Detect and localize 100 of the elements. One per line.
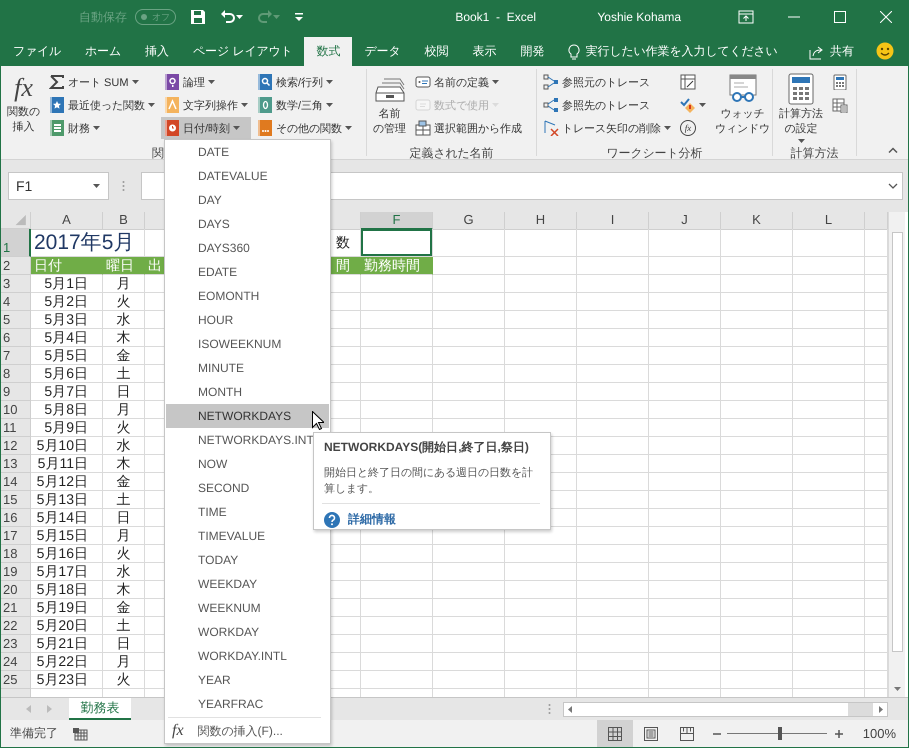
ribbon-button[interactable]: オート SUM	[46, 71, 158, 93]
empty-cell[interactable]	[793, 383, 865, 401]
empty-cell[interactable]	[793, 599, 865, 617]
table-cell[interactable]: 5月19日	[31, 599, 103, 617]
empty-cell[interactable]	[433, 563, 505, 581]
empty-cell[interactable]	[505, 229, 577, 257]
empty-cell[interactable]	[793, 671, 865, 689]
empty-cell[interactable]	[433, 581, 505, 599]
menu-item[interactable]: TODAY	[166, 548, 329, 572]
empty-cell[interactable]	[793, 563, 865, 581]
empty-cell[interactable]	[721, 545, 793, 563]
table-cell[interactable]: 土	[103, 617, 145, 635]
zoom-in-icon[interactable]	[834, 730, 843, 738]
empty-cell[interactable]	[577, 635, 649, 653]
empty-cell[interactable]	[721, 635, 793, 653]
menu-item[interactable]: YEAR	[166, 668, 329, 692]
empty-cell[interactable]	[649, 437, 721, 455]
empty-cell[interactable]	[793, 311, 865, 329]
table-cell[interactable]: 5月4日	[31, 329, 103, 347]
table-cell[interactable]: 日	[103, 635, 145, 653]
table-cell[interactable]: 水	[103, 437, 145, 455]
empty-cell[interactable]	[649, 229, 721, 257]
empty-cell[interactable]	[577, 617, 649, 635]
ribbon-tab[interactable]: 挿入	[133, 37, 181, 66]
row-header[interactable]: 1	[1, 229, 31, 257]
row-header[interactable]: 16	[1, 509, 31, 527]
menu-item[interactable]: DAYS360	[166, 236, 329, 260]
menu-item[interactable]: WORKDAY.INTL	[166, 644, 329, 668]
slider-thumb[interactable]	[778, 727, 782, 740]
empty-cell[interactable]	[793, 653, 865, 671]
empty-cell[interactable]	[361, 329, 433, 347]
ribbon-icon-button[interactable]: fx	[677, 117, 709, 139]
empty-cell[interactable]	[721, 419, 793, 437]
ribbon-large-button[interactable]: ウォッチ ウィンドウ	[712, 71, 773, 145]
empty-cell[interactable]	[433, 229, 505, 257]
menu-item[interactable]: ISOWEEKNUM	[166, 332, 329, 356]
macro-record-icon[interactable]	[72, 726, 88, 740]
table-cell[interactable]: 5月22日	[31, 653, 103, 671]
maximize-icon[interactable]	[834, 11, 846, 23]
empty-cell[interactable]	[649, 383, 721, 401]
empty-cell[interactable]	[577, 653, 649, 671]
empty-cell[interactable]	[361, 653, 433, 671]
empty-cell[interactable]	[361, 671, 433, 689]
row-header[interactable]: 24	[1, 653, 31, 671]
empty-cell[interactable]	[649, 401, 721, 419]
empty-cell[interactable]	[361, 401, 433, 419]
table-cell[interactable]: 木	[103, 329, 145, 347]
column-header[interactable]: H	[505, 212, 577, 230]
empty-cell[interactable]	[361, 383, 433, 401]
ribbon-button[interactable]: 検索/行列	[254, 71, 355, 93]
empty-cell[interactable]	[721, 383, 793, 401]
ribbon-large-button[interactable]: 名前 の管理	[370, 71, 409, 145]
share-button[interactable]: 共有	[808, 37, 854, 66]
empty-cell[interactable]	[433, 275, 505, 293]
table-cell[interactable]: 木	[103, 581, 145, 599]
empty-cell[interactable]	[577, 293, 649, 311]
empty-cell[interactable]	[793, 275, 865, 293]
menu-item[interactable]: NETWORKDAYS	[166, 404, 329, 428]
name-box[interactable]: F1	[8, 172, 109, 200]
ribbon-tab[interactable]: ファイル	[1, 37, 73, 66]
row-header[interactable]: 19	[1, 563, 31, 581]
table-cell[interactable]: 5月5日	[31, 347, 103, 365]
row-header[interactable]: 18	[1, 545, 31, 563]
empty-cell[interactable]	[577, 545, 649, 563]
empty-cell[interactable]	[577, 491, 649, 509]
save-icon[interactable]	[190, 9, 206, 25]
ribbon-tab[interactable]: データ	[352, 37, 412, 66]
table-cell[interactable]: 5月2日	[31, 293, 103, 311]
menu-item[interactable]: WEEKDAY	[166, 572, 329, 596]
menu-item[interactable]: HOUR	[166, 308, 329, 332]
ribbon-button[interactable]: その他の関数	[254, 117, 355, 139]
table-cell[interactable]: 5月14日	[31, 509, 103, 527]
select-all-icon[interactable]	[1, 212, 31, 229]
empty-cell[interactable]	[721, 329, 793, 347]
row-header[interactable]: 5	[1, 311, 31, 329]
row-header[interactable]: 11	[1, 419, 31, 437]
column-header[interactable]: F	[361, 212, 433, 230]
menu-item[interactable]: EDATE	[166, 260, 329, 284]
table-cell[interactable]: 5月16日	[31, 545, 103, 563]
empty-cell[interactable]	[577, 229, 649, 257]
empty-cell[interactable]	[793, 401, 865, 419]
empty-cell[interactable]	[721, 293, 793, 311]
column-header[interactable]: K	[721, 212, 793, 230]
table-cell[interactable]: 5月7日	[31, 383, 103, 401]
table-cell[interactable]: 5月1日	[31, 275, 103, 293]
empty-cell[interactable]	[721, 229, 793, 257]
table-cell[interactable]: 5月17日	[31, 563, 103, 581]
menu-item[interactable]: WEEKNUM	[166, 596, 329, 620]
empty-cell[interactable]	[505, 545, 577, 563]
table-cell[interactable]: 金	[103, 599, 145, 617]
column-header[interactable]: I	[577, 212, 649, 230]
empty-cell[interactable]	[505, 257, 577, 275]
empty-cell[interactable]	[649, 581, 721, 599]
empty-cell[interactable]	[649, 617, 721, 635]
empty-cell[interactable]	[505, 563, 577, 581]
empty-cell[interactable]	[505, 635, 577, 653]
table-cell[interactable]: 5月8日	[31, 401, 103, 419]
table-cell[interactable]: 水	[103, 563, 145, 581]
empty-cell[interactable]	[793, 257, 865, 275]
empty-cell[interactable]	[649, 419, 721, 437]
